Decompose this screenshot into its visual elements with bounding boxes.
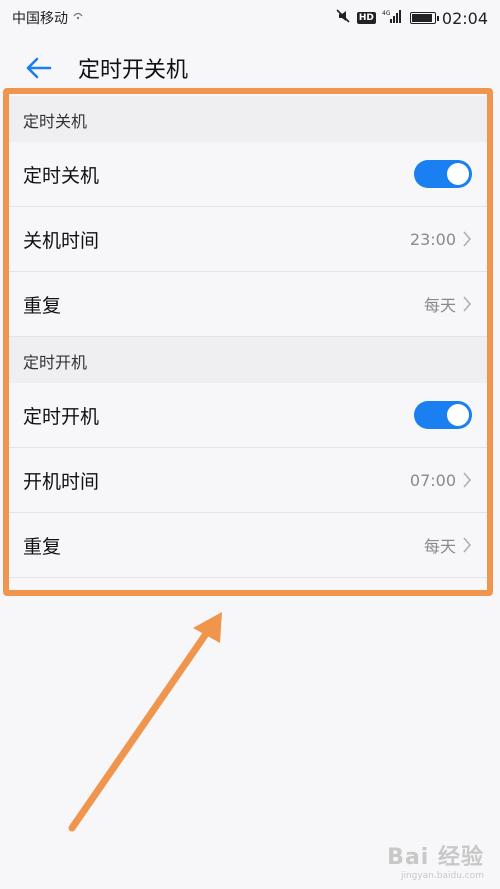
row-label: 定时开机: [23, 405, 100, 428]
chevron-right-icon: [463, 537, 472, 553]
status-right: HD 4G 02:04: [335, 8, 488, 28]
row-label: 重复: [23, 535, 62, 558]
shutdown-time-value: 23:00: [409, 229, 456, 249]
section-title: 定时开机: [23, 353, 88, 372]
status-time: 02:04: [441, 8, 488, 28]
watermark-brand: Bai 经验: [387, 845, 484, 870]
row-value-group: 每天: [424, 292, 472, 316]
watermark-url: jingyan.baidu.com: [400, 871, 484, 881]
signal-icon: 4G: [382, 9, 404, 27]
app-header: 定时开关机: [0, 40, 500, 96]
battery-icon: [409, 12, 439, 24]
poweron-repeat-row[interactable]: 重复 每天: [8, 513, 492, 578]
network-type: 4G: [382, 10, 391, 17]
row-label: 开机时间: [23, 470, 100, 493]
chevron-right-icon: [463, 472, 472, 488]
section-title: 定时关机: [23, 112, 88, 131]
chevron-right-icon: [463, 231, 472, 247]
row-value-group: 07:00: [410, 471, 472, 490]
row-value-group: 23:00: [410, 230, 472, 249]
shutdown-time-row[interactable]: 关机时间 23:00: [8, 207, 492, 272]
row-value-group: 每天: [424, 533, 472, 557]
toggle-knob: [447, 163, 469, 185]
poweron-time-value: 07:00: [409, 470, 456, 490]
settings-list: 定时关机 定时关机 关机时间 23:00 重复 每天 定时开机 定时开机 开机时…: [8, 96, 492, 578]
poweron-repeat-value: 每天: [423, 537, 456, 556]
shutdown-repeat-value: 每天: [423, 296, 456, 315]
shutdown-repeat-row[interactable]: 重复 每天: [8, 272, 492, 337]
status-bar: 中国移动 HD 4G 02:04: [0, 0, 500, 36]
toggle-knob: [447, 404, 469, 426]
shutdown-toggle-row[interactable]: 定时关机: [8, 142, 492, 207]
section-header-shutdown: 定时关机: [8, 96, 492, 142]
poweron-toggle-switch[interactable]: [414, 401, 472, 429]
page-title: 定时开关机: [78, 58, 189, 83]
wifi-calling-icon: [72, 10, 84, 26]
shutdown-toggle-switch[interactable]: [414, 160, 472, 188]
section-header-poweron: 定时开机: [8, 337, 492, 383]
poweron-time-row[interactable]: 开机时间 07:00: [8, 448, 492, 513]
hd-badge: HD: [356, 12, 376, 24]
row-label: 重复: [23, 294, 62, 317]
carrier-name: 中国移动: [12, 11, 68, 27]
arrow-left-icon: [26, 57, 52, 79]
poweron-toggle-row[interactable]: 定时开机: [8, 383, 492, 448]
row-label: 定时关机: [23, 164, 100, 187]
mute-icon: [335, 8, 351, 28]
watermark: Bai 经验 jingyan.baidu.com: [387, 839, 484, 881]
chevron-right-icon: [463, 296, 472, 312]
row-label: 关机时间: [23, 229, 100, 252]
status-left: 中国移动: [12, 8, 84, 28]
back-button[interactable]: [10, 40, 66, 96]
